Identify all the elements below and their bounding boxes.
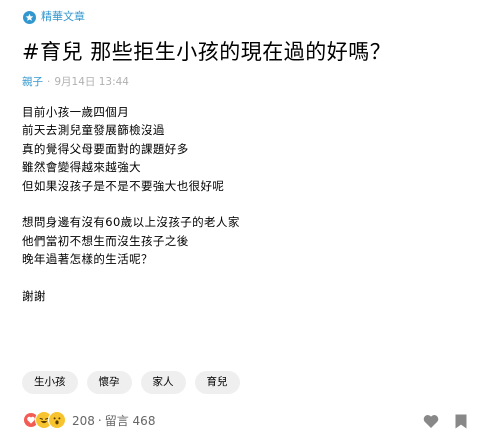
post-content: 目前小孩一歲四個月 前天去測兒童發展篩檢沒過 真的覺得父母要面對的課題好多 雖然…	[22, 103, 462, 305]
post-meta: 親子 ‧ 9月14日 13:44	[22, 75, 129, 89]
post-stats: 208 ‧ 留言 468	[72, 412, 155, 429]
bookmark-icon[interactable]	[455, 414, 467, 429]
tag-chip[interactable]: 育兒	[194, 371, 240, 394]
tag-chip[interactable]: 懷孕	[86, 371, 132, 394]
content-line	[22, 195, 462, 213]
content-line: 謝謝	[22, 288, 46, 303]
content-line: 晚年過著怎樣的生活呢？	[22, 252, 153, 267]
content-line: 想問身邊有沒有60歲以上沒孩子的老人家	[22, 215, 240, 230]
post-actions	[423, 414, 467, 429]
star-badge-icon	[23, 10, 36, 24]
content-line: 但如果沒孩子是不是不要強大也很好呢	[22, 178, 225, 193]
featured-label: 精華文章	[41, 10, 85, 23]
meta-separator: ‧	[47, 76, 51, 88]
content-line: 真的覺得父母要面對的課題好多	[22, 141, 189, 156]
post-date: 9月14日 13:44	[54, 76, 129, 88]
reaction-summary[interactable]	[22, 411, 66, 429]
tag-chip[interactable]: 家人	[140, 371, 186, 394]
content-line	[22, 269, 462, 287]
content-line: 目前小孩一歲四個月	[22, 105, 130, 119]
featured-badge: 精華文章	[23, 10, 85, 24]
content-line: 雖然會變得越來越強大	[22, 160, 141, 175]
stats-separator: ‧	[97, 413, 102, 428]
content-line: 前天去測兒童發展篩檢沒過	[22, 123, 165, 138]
tag-list: 生小孩 懷孕 家人 育兒	[22, 371, 249, 394]
heart-outline-icon[interactable]	[423, 414, 439, 429]
tag-chip[interactable]: 生小孩	[22, 371, 78, 394]
post-title: #育兒 那些拒生小孩的現在過的好嗎？	[22, 40, 392, 64]
content-line: 他們當初不想生而沒生孩子之後	[22, 233, 189, 248]
board-link[interactable]: 親子	[22, 76, 43, 88]
comment-count[interactable]: 留言 468	[105, 414, 156, 428]
post-footer: 208 ‧ 留言 468	[22, 411, 155, 429]
reaction-count: 208	[72, 413, 95, 428]
wow-icon	[48, 411, 66, 429]
